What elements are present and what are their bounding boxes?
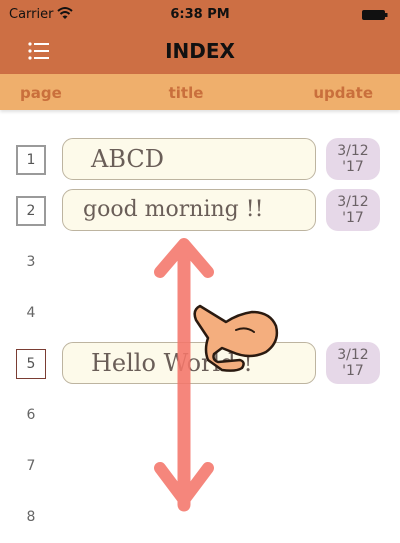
battery-icon xyxy=(362,10,388,20)
update-date-badge: 3/12 '17 xyxy=(326,138,380,180)
update-date-day: 3/12 xyxy=(337,143,369,159)
page-number-box[interactable]: 1 xyxy=(16,145,46,175)
page-number: 8 xyxy=(26,509,36,525)
page-number-box[interactable]: 5 xyxy=(16,349,46,379)
page-number: 7 xyxy=(26,458,36,474)
title-field[interactable]: Hello World ! xyxy=(62,342,316,384)
index-row-5[interactable]: 5 Hello World ! 3/12 '17 xyxy=(0,342,400,390)
index-row-3[interactable]: 3 xyxy=(0,240,400,288)
title-field[interactable]: ABCD xyxy=(62,138,316,180)
page-number: 4 xyxy=(26,305,36,321)
update-date-badge: 3/12 '17 xyxy=(326,189,380,231)
update-date-year: '17 xyxy=(342,210,364,226)
page-number-box[interactable]: 2 xyxy=(16,196,46,226)
index-row-8[interactable]: 8 xyxy=(0,495,400,543)
status-bar: Carrier 6:38 PM xyxy=(0,0,400,28)
update-date-year: '17 xyxy=(342,363,364,379)
index-row-6[interactable]: 6 xyxy=(0,393,400,441)
page-number: 6 xyxy=(26,407,36,423)
update-date-day: 3/12 xyxy=(337,194,369,210)
index-row-4[interactable]: 4 xyxy=(0,291,400,339)
update-date-year: '17 xyxy=(342,159,364,175)
update-date-day: 3/12 xyxy=(337,347,369,363)
update-date-badge: 3/12 '17 xyxy=(326,342,380,384)
index-row-1[interactable]: 1 ABCD 3/12 '17 xyxy=(0,138,400,186)
status-time: 6:38 PM xyxy=(170,7,230,22)
title-field[interactable]: good morning !! xyxy=(62,189,316,231)
index-row-7[interactable]: 7 xyxy=(0,444,400,492)
index-row-2[interactable]: 2 good morning !! 3/12 '17 xyxy=(0,189,400,237)
page-number: 3 xyxy=(26,254,36,270)
column-header-row: page title update xyxy=(0,74,400,110)
nav-bar: INDEX xyxy=(0,28,400,74)
column-header-update: update xyxy=(313,84,373,102)
page-title: INDEX xyxy=(165,39,235,63)
